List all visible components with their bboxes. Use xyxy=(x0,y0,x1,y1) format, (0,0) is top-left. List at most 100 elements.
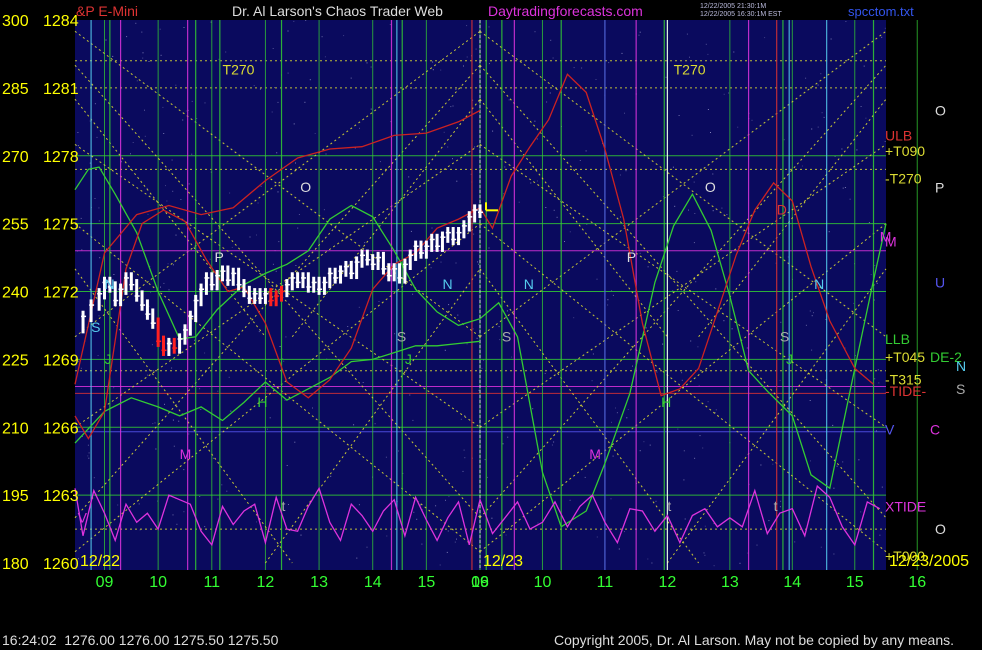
star-dot xyxy=(858,459,860,461)
star-dot xyxy=(446,551,448,553)
star-dot xyxy=(362,382,364,383)
hour-tick-label: 09 xyxy=(471,574,489,591)
star-dot xyxy=(277,101,279,103)
star-dot xyxy=(853,302,855,304)
star-dot xyxy=(656,371,658,373)
star-dot xyxy=(491,517,493,519)
star-dot xyxy=(625,170,627,172)
star-dot xyxy=(256,234,257,236)
star-dot xyxy=(97,355,99,356)
star-dot xyxy=(581,67,583,69)
star-dot xyxy=(809,400,811,401)
star-dot xyxy=(80,367,82,369)
star-dot xyxy=(398,450,399,452)
star-dot xyxy=(366,546,368,548)
star-dot xyxy=(474,146,476,148)
star-dot xyxy=(323,209,325,211)
annotation-label: N xyxy=(105,276,115,292)
star-dot xyxy=(532,408,534,410)
star-dot xyxy=(295,265,297,266)
star-dot xyxy=(105,39,107,41)
star-dot xyxy=(764,37,766,39)
star-dot xyxy=(358,504,360,506)
star-dot xyxy=(259,88,261,90)
star-dot xyxy=(672,166,674,168)
far-right-letter: N xyxy=(956,358,966,374)
star-dot xyxy=(564,241,565,242)
star-dot xyxy=(175,84,177,86)
star-dot xyxy=(408,176,410,178)
star-dot xyxy=(88,452,90,454)
star-dot xyxy=(607,304,609,306)
star-dot xyxy=(677,428,679,430)
star-dot xyxy=(551,444,553,446)
star-dot xyxy=(612,455,614,457)
star-dot xyxy=(591,380,593,382)
star-dot xyxy=(472,328,474,330)
star-dot xyxy=(694,213,696,214)
star-dot xyxy=(284,399,286,401)
star-dot xyxy=(455,262,457,264)
annotation-label: P xyxy=(627,249,636,265)
star-dot xyxy=(204,102,206,104)
star-dot xyxy=(440,261,442,263)
timestamp-line-1: 12/22/2005 21:30:1M xyxy=(700,3,766,10)
annotation-label: J xyxy=(786,351,793,367)
star-dot xyxy=(152,370,154,372)
star-dot xyxy=(159,28,161,30)
far-right-letter: O xyxy=(935,103,946,119)
star-dot xyxy=(366,62,368,64)
star-dot xyxy=(707,109,709,110)
star-dot xyxy=(878,382,880,384)
star-dot xyxy=(276,152,278,154)
annotation-label: H xyxy=(661,394,671,410)
star-dot xyxy=(569,231,571,233)
star-dot xyxy=(285,336,287,338)
star-dot xyxy=(881,486,883,488)
star-dot xyxy=(779,379,781,381)
star-dot xyxy=(477,261,479,263)
star-dot xyxy=(726,214,728,215)
star-dot xyxy=(113,274,115,275)
star-dot xyxy=(545,207,547,208)
star-dot xyxy=(505,534,507,536)
scale-tick-label: 195 xyxy=(2,488,29,505)
star-dot xyxy=(272,537,274,539)
star-dot xyxy=(249,236,251,238)
star-dot xyxy=(863,65,865,67)
star-dot xyxy=(475,48,477,50)
star-dot xyxy=(702,447,704,449)
star-dot xyxy=(492,130,494,132)
star-dot xyxy=(98,207,100,209)
star-dot xyxy=(612,294,614,296)
right-label: V xyxy=(885,422,895,438)
star-dot xyxy=(811,349,813,351)
star-dot xyxy=(439,564,441,566)
hour-tick-label: 13 xyxy=(721,574,739,591)
star-dot xyxy=(534,120,536,122)
star-dot xyxy=(173,445,175,447)
star-dot xyxy=(830,38,832,40)
star-dot xyxy=(452,158,453,160)
star-dot xyxy=(817,126,819,128)
scale-tick-label: 180 xyxy=(2,556,29,573)
star-dot xyxy=(80,217,82,219)
right-label: LLB xyxy=(885,331,910,347)
star-dot xyxy=(746,347,748,349)
star-dot xyxy=(112,55,114,57)
star-dot xyxy=(199,496,201,497)
annotation-label: N xyxy=(814,276,824,292)
star-dot xyxy=(647,266,649,268)
star-dot xyxy=(286,465,288,466)
star-dot xyxy=(508,99,510,101)
star-dot xyxy=(457,314,459,316)
annotation-label: S xyxy=(91,319,100,335)
star-dot xyxy=(783,139,785,141)
star-dot xyxy=(704,554,706,556)
star-dot xyxy=(182,119,184,121)
hour-tick-label: 16 xyxy=(908,574,926,591)
star-dot xyxy=(742,230,744,232)
star-dot xyxy=(870,274,872,276)
star-dot xyxy=(147,374,149,376)
annotation-label: t xyxy=(667,498,671,514)
